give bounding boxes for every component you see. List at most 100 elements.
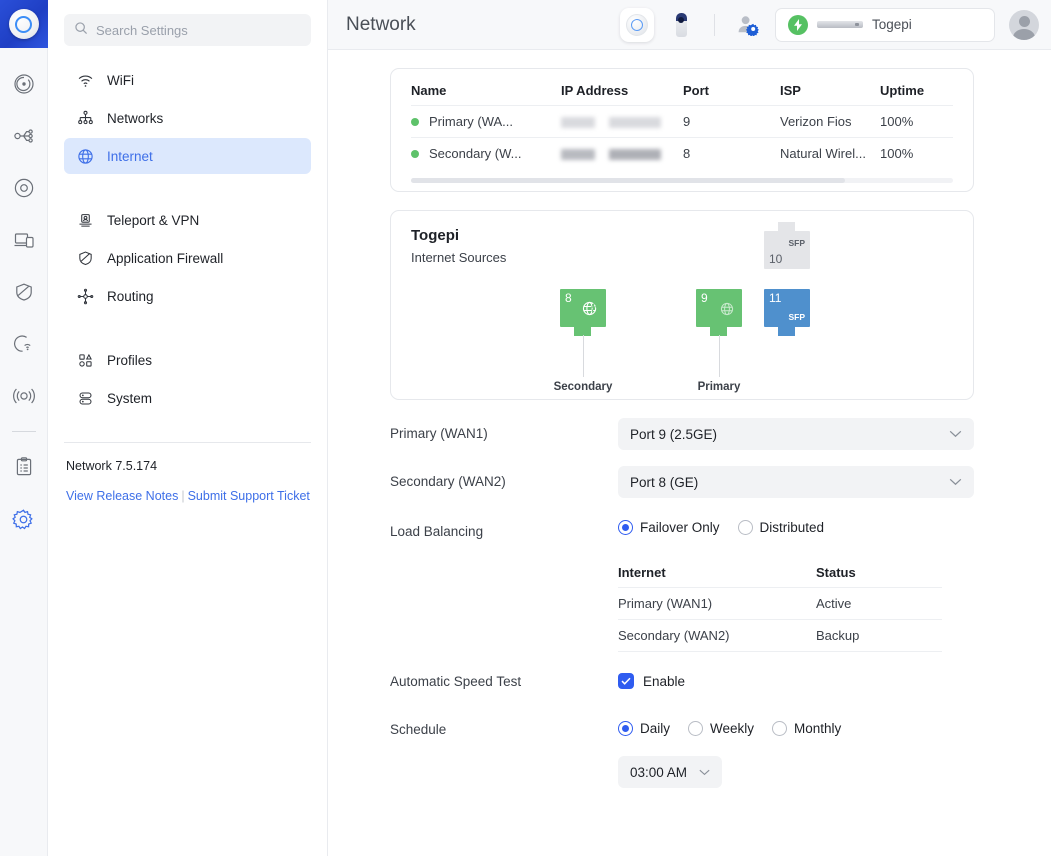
rail-protect-icon[interactable] — [0, 162, 48, 214]
unifi-logo[interactable] — [0, 0, 48, 48]
rail-items — [0, 48, 47, 545]
status-dot-icon — [411, 150, 419, 158]
table-row[interactable]: Primary (WA... 9 Verizon Fios 100% — [411, 105, 953, 137]
table-scrollbar-thumb[interactable] — [411, 178, 845, 183]
port-sfp-label: SFP — [788, 238, 805, 248]
radio-indicator — [738, 520, 753, 535]
access-point-logo-icon — [9, 9, 39, 39]
sidebar-item-profiles[interactable]: Profiles — [64, 342, 311, 378]
device-selector[interactable]: Togepi — [775, 8, 995, 42]
radio-monthly[interactable]: Monthly — [772, 721, 841, 736]
port-8-label: Secondary — [538, 381, 628, 393]
device-name: Togepi — [872, 17, 912, 32]
rail-devices-icon[interactable] — [0, 214, 48, 266]
enable-speed-test-checkbox[interactable] — [618, 673, 634, 689]
internet-status-table: Internet Status Primary (WAN1) Active Se… — [618, 557, 942, 652]
rail-shield-icon[interactable] — [0, 266, 48, 318]
radio-label: Daily — [640, 721, 670, 736]
rail-gear-icon[interactable] — [0, 493, 48, 545]
rail-wifiman-icon[interactable] — [0, 318, 48, 370]
routing-icon — [76, 288, 94, 305]
internet-sources-card: Togepi Internet Sources 10 SFP 8 — [390, 210, 974, 400]
rail-divider — [12, 431, 36, 432]
network-app-tile[interactable] — [620, 8, 654, 42]
status-value: Backup — [816, 628, 936, 643]
sidebar-item-label: Application Firewall — [107, 251, 223, 266]
radio-indicator — [618, 520, 633, 535]
enable-speed-test-row[interactable]: Enable — [618, 668, 974, 689]
wan-summary-card: Name IP Address Port ISP Uptime Primary … — [390, 68, 974, 192]
radio-indicator — [618, 721, 633, 736]
rail-dashboard-icon[interactable] — [0, 58, 48, 110]
port-tab — [778, 222, 795, 231]
secondary-wan-select[interactable]: Port 8 (GE) — [618, 466, 974, 498]
sidebar-item-application-firewall[interactable]: Application Firewall — [64, 240, 311, 276]
port-sfp-label: SFP — [788, 312, 805, 322]
radio-label: Monthly — [794, 721, 841, 736]
protect-app-tile[interactable] — [664, 8, 698, 42]
app-rail — [0, 0, 48, 856]
profiles-icon — [76, 352, 94, 369]
schedule-label: Schedule — [390, 715, 618, 737]
globe-icon — [76, 148, 94, 165]
sidebar-item-system[interactable]: System — [64, 380, 311, 416]
table-scrollbar[interactable] — [411, 178, 953, 183]
radio-distributed[interactable]: Distributed — [738, 520, 825, 535]
sidebar-item-internet[interactable]: Internet — [64, 138, 311, 174]
gateway-icon — [817, 21, 863, 28]
form-row-speed-test: Automatic Speed Test Enable — [390, 668, 974, 689]
globe-icon — [719, 301, 735, 322]
search-input[interactable] — [96, 23, 301, 38]
nav-group-system: Profiles System — [64, 342, 311, 418]
wan-table-header: Name IP Address Port ISP Uptime — [411, 69, 953, 105]
column-name: Name — [411, 83, 561, 98]
sidebar-item-wifi[interactable]: WiFi — [64, 62, 311, 98]
form-row-primary: Primary (WAN1) Port 9 (2.5GE) — [390, 418, 974, 450]
primary-wan-select[interactable]: Port 9 (2.5GE) — [618, 418, 974, 450]
load-balancing-radio-group: Failover Only Distributed — [618, 514, 974, 535]
nav-spacer-2 — [64, 326, 311, 342]
form-row-secondary: Secondary (WAN2) Port 8 (GE) — [390, 466, 974, 498]
chevron-down-icon — [949, 430, 962, 438]
search-settings-box[interactable] — [64, 14, 311, 46]
sidebar-divider — [64, 442, 311, 443]
sidebar-links: View Release Notes|Submit Support Ticket — [64, 489, 311, 503]
search-icon — [74, 21, 88, 40]
right-pane: Network — [328, 0, 1051, 856]
rail-logs-icon[interactable] — [0, 441, 48, 493]
port-9[interactable]: 9 — [696, 289, 742, 327]
port-11[interactable]: 11 SFP — [764, 289, 810, 327]
admin-settings-button[interactable] — [731, 8, 765, 42]
radio-indicator — [688, 721, 703, 736]
sidebar-item-teleport-vpn[interactable]: Teleport & VPN — [64, 202, 311, 238]
column-internet: Internet — [618, 565, 816, 580]
wan-isp: Natural Wirel... — [780, 146, 880, 161]
user-avatar[interactable] — [1009, 10, 1039, 40]
radio-daily[interactable]: Daily — [618, 721, 670, 736]
top-bar: Network — [328, 0, 1051, 50]
rail-broadcast-icon[interactable] — [0, 370, 48, 422]
schedule-time-select[interactable]: 03:00 AM — [618, 756, 722, 788]
networks-icon — [76, 110, 94, 127]
view-release-notes-link[interactable]: View Release Notes — [66, 489, 178, 503]
rail-topology-icon[interactable] — [0, 110, 48, 162]
wan-ip-cell — [561, 146, 683, 161]
radio-weekly[interactable]: Weekly — [688, 721, 754, 736]
sidebar-item-label: Teleport & VPN — [107, 213, 199, 228]
sidebar-item-networks[interactable]: Networks — [64, 100, 311, 136]
topbar-divider — [714, 14, 715, 36]
wan-isp: Verizon Fios — [780, 114, 880, 129]
table-row[interactable]: Secondary (W... 8 Natural Wirel... 100% — [411, 137, 953, 169]
sidebar-item-routing[interactable]: Routing — [64, 278, 311, 314]
submit-support-ticket-link[interactable]: Submit Support Ticket — [188, 489, 310, 503]
radio-indicator — [772, 721, 787, 736]
settings-sidebar: WiFi Networks Internet — [48, 0, 328, 856]
radio-failover-only[interactable]: Failover Only — [618, 520, 720, 535]
port-10[interactable]: 10 SFP — [764, 231, 810, 269]
port-number: 8 — [565, 291, 572, 305]
port-8[interactable]: 8 — [560, 289, 606, 327]
network-version: Network 7.5.174 — [64, 459, 311, 473]
schedule-radio-group: Daily Weekly Monthly — [618, 715, 974, 736]
wan-name-cell: Primary (WA... — [411, 114, 561, 129]
redacted-ip-block — [561, 117, 595, 128]
